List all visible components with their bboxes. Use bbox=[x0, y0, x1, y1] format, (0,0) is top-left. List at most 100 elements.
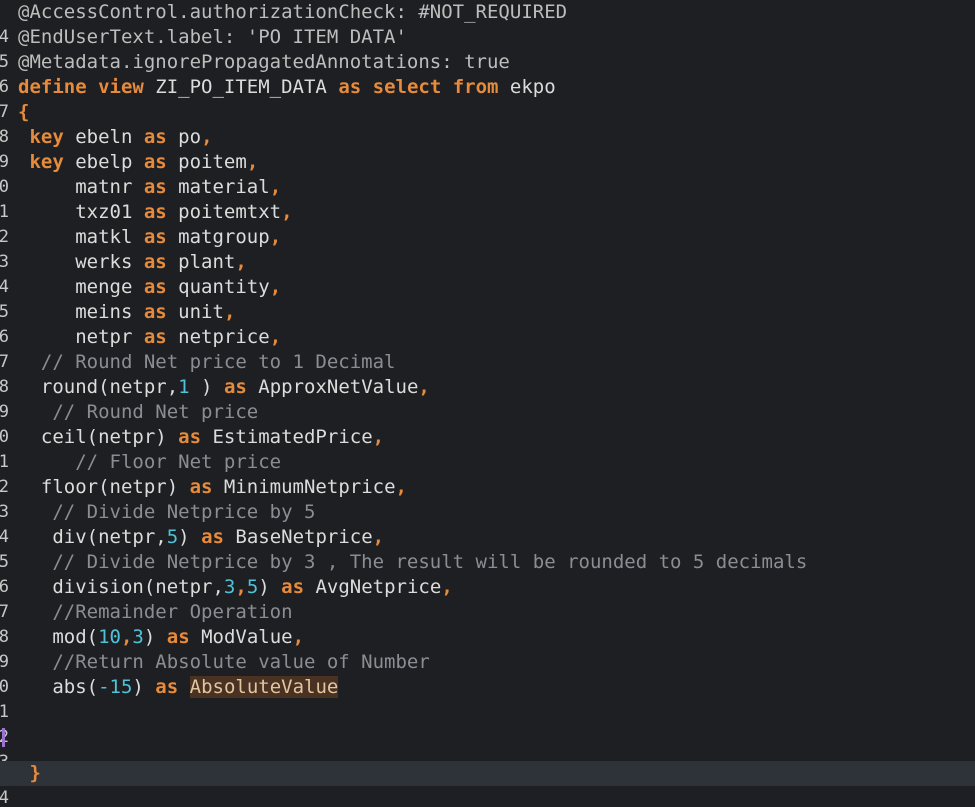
code-line-8[interactable]: 1 matnr as material, bbox=[0, 175, 975, 222]
field-alias: EstimatedPrice bbox=[201, 426, 373, 448]
code-line-23[interactable]: 6 // Divide Netprice by 3 , The result w… bbox=[0, 550, 975, 597]
comma: , bbox=[441, 576, 453, 598]
code-line-24[interactable]: 7 division(netpr,3,5) as AvgNetprice, bbox=[0, 575, 975, 622]
field-name: matkl bbox=[18, 226, 144, 248]
define-view-statement: define view ZI_PO_ITEM_DATA as select fr… bbox=[18, 75, 556, 100]
field-alias: BaseNetprice bbox=[223, 526, 373, 548]
change-marker bbox=[2, 728, 5, 747]
keyword: as bbox=[143, 251, 167, 273]
number-literal: 10 bbox=[98, 626, 121, 648]
keyword: as bbox=[281, 576, 305, 598]
field-definition: netpr as netprice, bbox=[18, 325, 281, 350]
field-alias: netprice bbox=[166, 326, 270, 348]
comma: , bbox=[292, 626, 305, 648]
field-name: txz01 bbox=[18, 201, 144, 223]
code-line-3[interactable]: 6 @Metadata.ignorePropagatedAnnotations:… bbox=[0, 50, 975, 97]
keyword: as bbox=[201, 526, 224, 548]
field-name: menge bbox=[18, 276, 144, 298]
field-alias: quantity bbox=[166, 276, 270, 298]
comment: // Round Net price to 1 Decimal bbox=[18, 351, 396, 373]
annotation-end-user-text: @EndUserText.label: 'PO ITEM DATA' bbox=[18, 26, 407, 48]
function-call-ceil: ceil(netpr) as EstimatedPrice, bbox=[18, 425, 384, 450]
comma: , bbox=[235, 576, 247, 598]
keyword: as bbox=[155, 676, 179, 698]
field-definition: matkl as matgroup, bbox=[18, 225, 281, 250]
keyword: as bbox=[143, 176, 167, 198]
code-line-18[interactable]: 1 ceil(netpr) as EstimatedPrice, bbox=[0, 425, 975, 472]
code-line-13[interactable]: 6 meins as unit, bbox=[0, 300, 975, 347]
field-definition: key ebeln as po, bbox=[18, 125, 212, 150]
punctuation: ) bbox=[189, 376, 224, 398]
keyword: as bbox=[143, 301, 167, 323]
code-line-19[interactable]: 2 // Floor Net price bbox=[0, 450, 975, 497]
field-alias: poitem bbox=[166, 151, 247, 173]
code-line-29[interactable]: 2 bbox=[0, 700, 975, 747]
keyword: as bbox=[223, 376, 247, 398]
code-line-11[interactable]: 4 werks as plant, bbox=[0, 250, 975, 297]
field-name: ebelp bbox=[63, 151, 144, 173]
keyword: as bbox=[189, 476, 213, 498]
code-editor[interactable]: 4 @AccessControl.authorizationCheck: #NO… bbox=[0, 0, 975, 807]
field-definition: werks as plant, bbox=[18, 250, 247, 275]
function-call-division: division(netpr,3,5) as AvgNetprice, bbox=[18, 575, 453, 600]
field-definition: txz01 as poitemtxt, bbox=[18, 200, 292, 225]
comma: , bbox=[372, 526, 385, 548]
code-line-21[interactable]: 4 // Divide Netprice by 5 bbox=[0, 500, 975, 547]
comma: , bbox=[418, 376, 430, 398]
code-line-26[interactable]: 9 mod(10,3) as ModValue, bbox=[0, 625, 975, 672]
comment: //Return Absolute value of Number bbox=[18, 651, 430, 673]
number-literal: -15 bbox=[98, 676, 133, 698]
function-name: floor(netpr) bbox=[18, 476, 190, 498]
view-name: ZI_PO_ITEM_DATA bbox=[143, 76, 339, 98]
number-literal: 5 bbox=[166, 526, 179, 548]
field-alias: plant bbox=[166, 251, 236, 273]
keyword: as bbox=[166, 626, 190, 648]
field-definition: key ebelp as poitem, bbox=[18, 150, 258, 175]
open-brace: { bbox=[18, 101, 30, 123]
keyword: as bbox=[178, 426, 202, 448]
code-line-10[interactable]: 3 matkl as matgroup, bbox=[0, 225, 975, 272]
annotation-access-control: @AccessControl.authorizationCheck: #NOT_… bbox=[18, 1, 568, 23]
field-alias: ModValue bbox=[189, 626, 293, 648]
function-name: mod( bbox=[18, 626, 99, 648]
field-definition: matnr as material, bbox=[18, 175, 281, 200]
code-line-30[interactable]: 3 bbox=[0, 725, 975, 772]
code-line-32[interactable]: 5 bbox=[0, 786, 975, 807]
comma: , bbox=[269, 276, 282, 298]
field-definition: meins as unit, bbox=[18, 300, 235, 325]
function-call-div: div(netpr,5) as BaseNetprice, bbox=[18, 525, 384, 550]
field-alias: poitemtxt bbox=[166, 201, 282, 223]
keyword: as bbox=[143, 276, 167, 298]
number-literal: 5 bbox=[246, 576, 259, 598]
code-line-6[interactable]: 9 key ebeln as po, bbox=[0, 125, 975, 172]
code-line-28[interactable]: 1 abs(-15) as AbsoluteValue bbox=[0, 675, 975, 722]
code-line-4[interactable]: 7 define view ZI_PO_ITEM_DATA as select … bbox=[0, 75, 975, 122]
code-line-5[interactable]: 8 { bbox=[0, 100, 975, 147]
code-line-16[interactable]: 9 round(netpr,1 ) as ApproxNetValue, bbox=[0, 375, 975, 422]
code-line-9[interactable]: 2 txz01 as poitemtxt, bbox=[0, 200, 975, 247]
code-line-15[interactable]: 8 // Round Net price to 1 Decimal bbox=[0, 350, 975, 397]
keyword: as bbox=[143, 201, 167, 223]
code-line-31-current[interactable]: 4 } bbox=[0, 761, 975, 807]
keyword: as bbox=[143, 126, 167, 148]
close-brace: } bbox=[18, 762, 41, 784]
keyword: as bbox=[143, 226, 167, 248]
function-call-floor: floor(netpr) as MinimumNetprice, bbox=[18, 475, 407, 500]
field-alias: matgroup bbox=[166, 226, 270, 248]
code-line-27[interactable]: 0 //Return Absolute value of Number bbox=[0, 650, 975, 697]
code-line-12[interactable]: 5 menge as quantity, bbox=[0, 275, 975, 322]
function-name: ceil(netpr) bbox=[18, 426, 179, 448]
table-name: ekpo bbox=[498, 76, 556, 98]
code-line-20[interactable]: 3 floor(netpr) as MinimumNetprice, bbox=[0, 475, 975, 522]
code-line-17[interactable]: 0 // Round Net price bbox=[0, 400, 975, 447]
code-line-14[interactable]: 7 netpr as netprice, bbox=[0, 325, 975, 372]
code-line-25[interactable]: 8 //Remainder Operation bbox=[0, 600, 975, 647]
field-alias: po bbox=[166, 126, 202, 148]
function-name: abs( bbox=[18, 676, 99, 698]
code-line-22[interactable]: 5 div(netpr,5) as BaseNetprice, bbox=[0, 525, 975, 572]
field-name: werks bbox=[18, 251, 144, 273]
code-line-2[interactable]: 5 @EndUserText.label: 'PO ITEM DATA' bbox=[0, 25, 975, 72]
field-alias: material bbox=[166, 176, 270, 198]
code-line-1[interactable]: 4 @AccessControl.authorizationCheck: #NO… bbox=[0, 0, 975, 47]
code-line-7[interactable]: 0 key ebelp as poitem, bbox=[0, 150, 975, 197]
